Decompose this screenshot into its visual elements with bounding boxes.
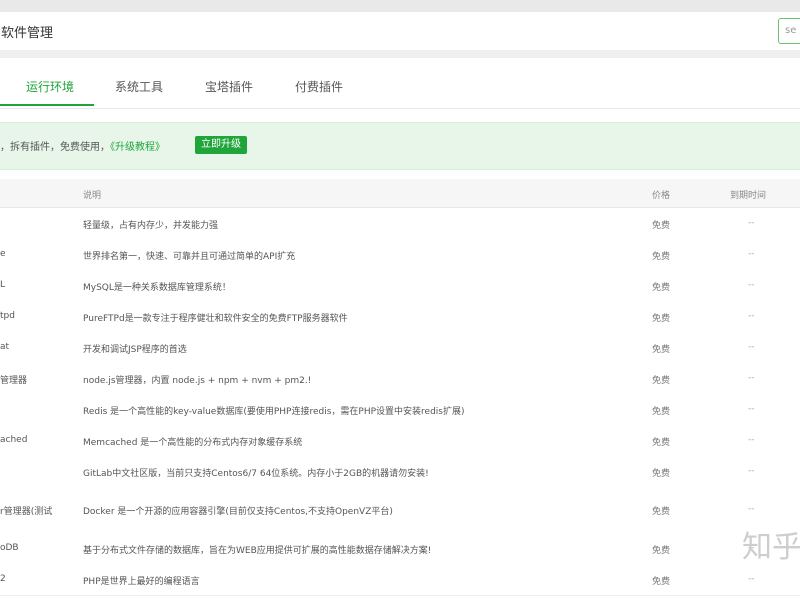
notice-text: ，拆有插件，免费使用，《升级教程》 [0, 138, 165, 153]
tab-runtime[interactable]: 运行环境 [26, 78, 74, 95]
header-gap [0, 50, 800, 58]
software-price: 免费 [652, 577, 671, 587]
upgrade-now-button[interactable]: 立即升级 [195, 136, 247, 154]
software-expire: -- [748, 574, 755, 584]
table-row[interactable]: 2 PHP是世界上最好的编程语言 免费 -- [0, 564, 800, 596]
software-expire: -- [748, 342, 755, 352]
software-description: 轻量级，占有内存少，并发能力强 [83, 221, 219, 231]
notice-message: ，拆有插件，免费使用， [0, 142, 110, 153]
software-expire: -- [748, 218, 755, 228]
software-price: 免费 [652, 314, 671, 324]
software-expire: -- [748, 249, 755, 259]
table-row[interactable]: Redis 是一个高性能的key-value数据库(要使用PHP连接redis，… [0, 394, 800, 426]
software-expire: -- [748, 311, 755, 321]
software-description: 开发和调试JSP程序的首选 [83, 345, 187, 355]
upgrade-tutorial-link[interactable]: 《升级教程》 [110, 142, 165, 153]
table-row[interactable]: e 世界排名第一，快速、可靠并且可通过简单的API扩充 免费 -- [0, 239, 800, 271]
software-name: 2 [0, 574, 6, 584]
software-name: e [0, 249, 6, 259]
software-description: Docker 是一个开源的应用容器引擎(目前仅支持Centos,不支持OpenV… [83, 507, 393, 517]
table-row[interactable]: 轻量级，占有内存少，并发能力强 免费 -- [0, 208, 800, 240]
tab-system-tools[interactable]: 系统工具 [115, 78, 163, 95]
page-header: 软件管理 se [0, 12, 800, 51]
upgrade-notice: ，拆有插件，免费使用，《升级教程》 立即升级 [0, 122, 800, 170]
active-tab-indicator [0, 104, 94, 106]
software-description: GitLab中文社区版，当前只支持Centos6/7 64位系统。内存小于2GB… [83, 469, 429, 479]
software-description: PureFTPd是一款专注于程序健壮和软件安全的免费FTP服务器软件 [83, 314, 348, 324]
tab-bar: 运行环境 系统工具 宝塔插件 付费插件 [0, 58, 800, 109]
software-name: r管理器(测试 [0, 507, 53, 517]
software-price: 免费 [652, 438, 671, 448]
software-description: 基于分布式文件存储的数据库，旨在为WEB应用提供可扩展的高性能数据存储解决方案! [83, 546, 432, 556]
software-expire: -- [748, 504, 755, 514]
software-price: 免费 [652, 546, 671, 556]
header-desc: 说明 [83, 191, 102, 201]
software-expire: -- [748, 280, 755, 290]
table-row[interactable]: GitLab中文社区版，当前只支持Centos6/7 64位系统。内存小于2GB… [0, 456, 800, 488]
software-description: MySQL是一种关系数据库管理系统！ [83, 283, 231, 293]
software-expire: -- [748, 373, 755, 383]
header-price: 价格 [652, 191, 671, 201]
software-description: Redis 是一个高性能的key-value数据库(要使用PHP连接redis，… [83, 407, 465, 417]
software-price: 免费 [652, 283, 671, 293]
software-price: 免费 [652, 469, 671, 479]
table-row[interactable]: at 开发和调试JSP程序的首选 免费 -- [0, 332, 800, 364]
table-row[interactable]: L MySQL是一种关系数据库管理系统！ 免费 -- [0, 270, 800, 302]
software-expire: -- [748, 404, 755, 414]
software-expire: -- [748, 435, 755, 445]
table-row[interactable]: r管理器(测试 Docker 是一个开源的应用容器引擎(目前仅支持Centos,不… [0, 487, 800, 534]
software-description: Memcached 是一个高性能的分布式内存对象缓存系统 [83, 438, 303, 448]
table-row[interactable]: tpd PureFTPd是一款专注于程序健壮和软件安全的免费FTP服务器软件 免费 -… [0, 301, 800, 333]
software-description: 世界排名第一，快速、可靠并且可通过简单的API扩充 [83, 252, 296, 262]
software-price: 免费 [652, 376, 671, 386]
watermark: 知乎 [742, 530, 800, 565]
software-expire: -- [748, 466, 755, 476]
software-name: 管理器 [0, 376, 28, 386]
software-name: tpd [0, 311, 15, 321]
software-description: node.js管理器，内置 node.js + npm + nvm + pm2.… [83, 376, 312, 386]
search-input[interactable]: se [778, 18, 800, 44]
tab-paid-plugins[interactable]: 付费插件 [295, 78, 343, 95]
software-panel: 运行环境 系统工具 宝塔插件 付费插件 ，拆有插件，免费使用，《升级教程》 立即… [0, 58, 800, 600]
software-price: 免费 [652, 252, 671, 262]
software-price: 免费 [652, 221, 671, 231]
table-row[interactable]: 管理器 node.js管理器，内置 node.js + npm + nvm + p… [0, 363, 800, 395]
software-price: 免费 [652, 345, 671, 355]
top-strip [0, 0, 800, 12]
software-description: PHP是世界上最好的编程语言 [83, 577, 200, 587]
software-name: ached [0, 435, 28, 445]
software-price: 免费 [652, 407, 671, 417]
table-row[interactable]: oDB 基于分布式文件存储的数据库，旨在为WEB应用提供可扩展的高性能数据存储解决… [0, 533, 800, 565]
page-title: 软件管理 [1, 26, 54, 41]
software-name: oDB [0, 543, 19, 553]
software-name: L [0, 280, 6, 290]
table-row[interactable]: ached Memcached 是一个高性能的分布式内存对象缓存系统 免费 -- [0, 425, 800, 457]
table-header: 说明 价格 到期时间 [0, 179, 800, 208]
header-expire: 到期时间 [730, 191, 767, 201]
software-name: at [0, 342, 10, 352]
software-price: 免费 [652, 507, 671, 517]
tab-bt-plugins[interactable]: 宝塔插件 [205, 78, 253, 95]
